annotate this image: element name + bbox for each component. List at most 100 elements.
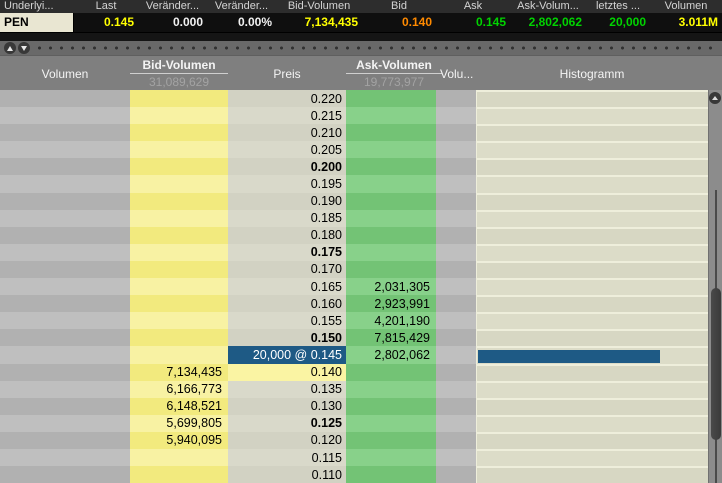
ask-volume-cell[interactable] bbox=[346, 193, 436, 210]
price-cell[interactable]: 0.215 bbox=[228, 107, 346, 124]
ask-volume-cell[interactable] bbox=[346, 432, 436, 449]
volume-cell bbox=[0, 90, 130, 107]
ask-volume-cell[interactable] bbox=[346, 244, 436, 261]
ask-volume-cell[interactable]: 7,815,429 bbox=[346, 329, 436, 346]
volume-cell bbox=[0, 312, 130, 329]
price-cell[interactable]: 0.200 bbox=[228, 158, 346, 175]
price-cell[interactable]: 0.135 bbox=[228, 381, 346, 398]
ask-volume-cell[interactable]: 2,802,062 bbox=[346, 346, 436, 363]
bid-volume-cell[interactable] bbox=[130, 124, 228, 141]
histogram-cell bbox=[476, 312, 708, 329]
bid-volume-cell[interactable] bbox=[130, 244, 228, 261]
price-cell[interactable]: 0.115 bbox=[228, 449, 346, 466]
ask-volume-cell[interactable] bbox=[346, 227, 436, 244]
histogram-cell bbox=[476, 415, 708, 432]
price-cell[interactable]: 0.110 bbox=[228, 466, 346, 483]
ask-volume-cell[interactable] bbox=[346, 210, 436, 227]
volume-cell bbox=[0, 107, 130, 124]
ask-volume-cell[interactable] bbox=[346, 364, 436, 381]
ask-volume-cell[interactable]: 2,923,991 bbox=[346, 295, 436, 312]
bid-volume-cell[interactable] bbox=[130, 312, 228, 329]
bid-volume-cell[interactable] bbox=[130, 193, 228, 210]
ask-volume-cell[interactable] bbox=[346, 466, 436, 483]
bid-volume-cell[interactable] bbox=[130, 175, 228, 192]
price-cell[interactable]: 0.190 bbox=[228, 193, 346, 210]
ask-volume-cell[interactable] bbox=[346, 124, 436, 141]
bid-volume-cell[interactable]: 5,699,805 bbox=[130, 415, 228, 432]
splitter-bar[interactable] bbox=[0, 41, 722, 55]
volume-cell bbox=[0, 210, 130, 227]
underlying-symbol-cell[interactable]: PEN bbox=[0, 13, 74, 32]
histogram-cell bbox=[476, 124, 708, 141]
bid-volume-cell[interactable] bbox=[130, 210, 228, 227]
price-cell[interactable]: 20,000 @ 0.145 bbox=[228, 346, 346, 363]
column-header-preis[interactable]: Preis bbox=[228, 67, 346, 81]
ask-volume-cell[interactable] bbox=[346, 175, 436, 192]
column-header-ask-volumen[interactable]: Ask-Volumen 19,773,977 bbox=[346, 58, 442, 89]
ask-volume-cell[interactable] bbox=[346, 415, 436, 432]
volu-cell bbox=[436, 364, 476, 381]
column-header-volumen[interactable]: Volumen bbox=[0, 67, 130, 81]
ask-volume-cell[interactable] bbox=[346, 158, 436, 175]
price-cell[interactable]: 0.165 bbox=[228, 278, 346, 295]
bid-volume-cell[interactable] bbox=[130, 141, 228, 158]
scrollbar-thumb[interactable] bbox=[711, 288, 721, 440]
bid-volume-cell[interactable] bbox=[130, 329, 228, 346]
bid-volume-cell[interactable] bbox=[130, 158, 228, 175]
bid-volume-cell[interactable] bbox=[130, 466, 228, 483]
price-cell[interactable]: 0.195 bbox=[228, 175, 346, 192]
collapse-up-button[interactable] bbox=[4, 42, 16, 54]
ask-volume-cell[interactable] bbox=[346, 90, 436, 107]
ask-volume-cell[interactable]: 4,201,190 bbox=[346, 312, 436, 329]
price-cell[interactable]: 0.155 bbox=[228, 312, 346, 329]
splitter-grip-dots[interactable] bbox=[34, 41, 718, 55]
histogram-cell bbox=[476, 381, 708, 398]
volu-cell bbox=[436, 90, 476, 107]
price-cell[interactable]: 0.160 bbox=[228, 295, 346, 312]
bid-volume-cell[interactable] bbox=[130, 90, 228, 107]
ask-volume-cell[interactable] bbox=[346, 141, 436, 158]
price-cell[interactable]: 0.140 bbox=[228, 364, 346, 381]
price-cell[interactable]: 0.150 bbox=[228, 329, 346, 346]
bid-volume-cell[interactable]: 7,134,435 bbox=[130, 364, 228, 381]
price-cell[interactable]: 0.180 bbox=[228, 227, 346, 244]
price-cell[interactable]: 0.170 bbox=[228, 261, 346, 278]
bid-volume-cell[interactable]: 6,148,521 bbox=[130, 398, 228, 415]
scroll-up-button[interactable] bbox=[709, 92, 721, 104]
quote-value-cell: 0.000 bbox=[138, 13, 207, 32]
volume-cell bbox=[0, 158, 130, 175]
bid-volumen-label: Bid-Volumen bbox=[130, 58, 228, 74]
ask-volume-cell[interactable] bbox=[346, 107, 436, 124]
ask-volume-cell[interactable]: 2,031,305 bbox=[346, 278, 436, 295]
volu-cell bbox=[436, 415, 476, 432]
histogram-cell bbox=[476, 261, 708, 278]
bid-volume-cell[interactable] bbox=[130, 227, 228, 244]
bid-volume-cell[interactable] bbox=[130, 346, 228, 363]
column-header-volu[interactable]: Volu... bbox=[440, 67, 480, 81]
price-cell[interactable]: 0.205 bbox=[228, 141, 346, 158]
price-cell[interactable]: 0.175 bbox=[228, 244, 346, 261]
volu-cell bbox=[436, 329, 476, 346]
column-header-histogramm[interactable]: Histogramm bbox=[476, 67, 708, 81]
bid-volumen-total: 31,089,629 bbox=[130, 74, 228, 89]
bid-volume-cell[interactable]: 5,940,095 bbox=[130, 432, 228, 449]
price-cell[interactable]: 0.210 bbox=[228, 124, 346, 141]
price-cell[interactable]: 0.185 bbox=[228, 210, 346, 227]
column-header-bid-volumen[interactable]: Bid-Volumen 31,089,629 bbox=[130, 58, 228, 89]
collapse-down-button[interactable] bbox=[18, 42, 30, 54]
price-cell[interactable]: 0.120 bbox=[228, 432, 346, 449]
vertical-scrollbar[interactable] bbox=[708, 90, 722, 483]
bid-volume-cell[interactable] bbox=[130, 278, 228, 295]
ask-volume-cell[interactable] bbox=[346, 261, 436, 278]
bid-volume-cell[interactable] bbox=[130, 261, 228, 278]
price-cell[interactable]: 0.130 bbox=[228, 398, 346, 415]
price-cell[interactable]: 0.125 bbox=[228, 415, 346, 432]
ask-volume-cell[interactable] bbox=[346, 449, 436, 466]
bid-volume-cell[interactable] bbox=[130, 107, 228, 124]
price-cell[interactable]: 0.220 bbox=[228, 90, 346, 107]
bid-volume-cell[interactable] bbox=[130, 295, 228, 312]
bid-volume-cell[interactable] bbox=[130, 449, 228, 466]
bid-volume-cell[interactable]: 6,166,773 bbox=[130, 381, 228, 398]
ask-volume-cell[interactable] bbox=[346, 381, 436, 398]
ask-volume-cell[interactable] bbox=[346, 398, 436, 415]
